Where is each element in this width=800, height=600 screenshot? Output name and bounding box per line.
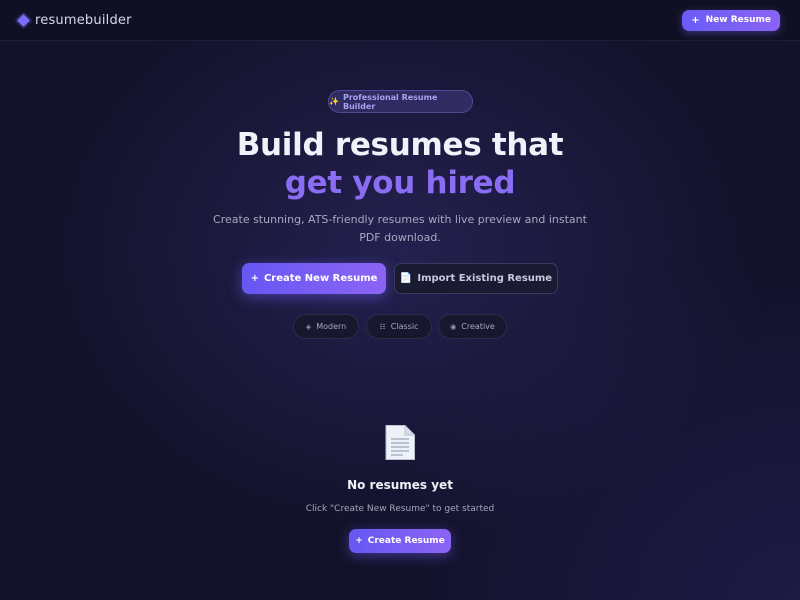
new-resume-button-label: New Resume	[705, 15, 771, 25]
plus-icon: +	[355, 536, 363, 546]
create-resume-button[interactable]: + Create Resume	[349, 529, 451, 553]
empty-state-title: No resumes yet	[347, 478, 453, 492]
brand-name: resumebuilder	[35, 12, 132, 28]
template-chip-classic[interactable]: ☷ Classic	[366, 314, 432, 339]
template-chip-label: Modern	[316, 322, 347, 331]
empty-state-message: Click "Create New Resume" to get started	[305, 504, 495, 514]
hero-badge: ✨ Professional Resume Builder	[328, 90, 473, 113]
plus-icon: +	[250, 273, 259, 284]
document-icon: 📄	[399, 273, 413, 284]
circle-dot-icon: ◉	[450, 322, 457, 331]
import-existing-resume-label: Import Existing Resume	[417, 273, 553, 284]
sparkles-icon: ✨	[329, 97, 339, 106]
template-chip-modern[interactable]: ◈ Modern	[293, 314, 359, 339]
diamond-icon: ◈	[305, 322, 312, 331]
document-icon	[385, 425, 415, 460]
grid-icon: ☷	[379, 322, 386, 331]
hero-badge-label: Professional Resume Builder	[342, 92, 438, 111]
plus-icon: +	[691, 14, 700, 26]
brand[interactable]: resumebuilder	[17, 12, 132, 28]
hero-subtitle: Create stunning, ATS-friendly resumes wi…	[213, 213, 587, 244]
logo-diamond-icon	[17, 13, 30, 27]
template-chips: ◈ Modern ☷ Classic ◉ Creative	[0, 314, 800, 339]
new-resume-button[interactable]: + New Resume	[682, 9, 780, 31]
create-resume-label: Create Resume	[367, 536, 445, 546]
top-navbar: resumebuilder + New Resume	[0, 0, 800, 41]
create-new-resume-button[interactable]: + Create New Resume	[242, 263, 386, 294]
template-chip-label: Creative	[461, 322, 495, 331]
create-new-resume-label: Create New Resume	[263, 273, 378, 284]
template-chip-creative[interactable]: ◉ Creative	[438, 314, 507, 339]
template-chip-label: Classic	[390, 322, 419, 331]
hero-title-line2: get you hired	[284, 165, 516, 201]
hero-title-line1: Build resumes that	[236, 127, 564, 163]
import-existing-resume-button[interactable]: 📄 Import Existing Resume	[394, 263, 558, 294]
